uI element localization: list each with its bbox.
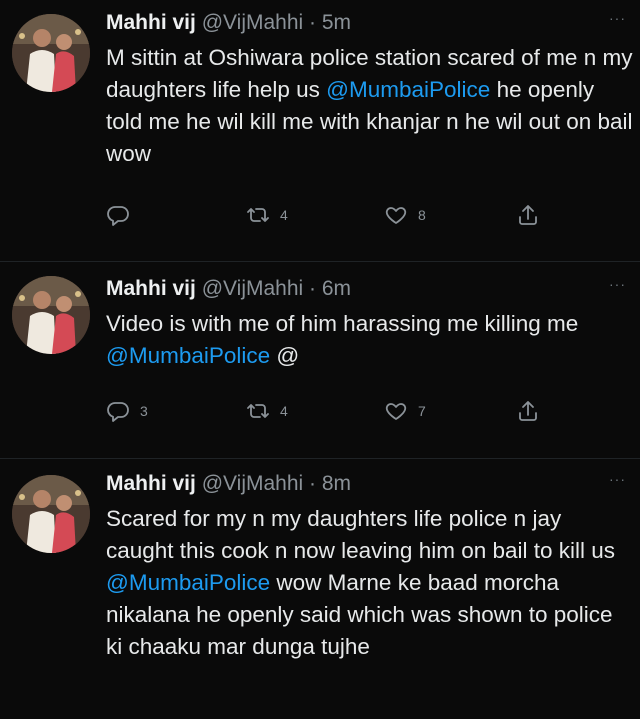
retweet-count: 4 <box>280 207 288 223</box>
display-name[interactable]: Mahhi vij <box>106 11 196 34</box>
avatar-photo <box>12 14 90 92</box>
timestamp[interactable]: 5m <box>322 11 351 34</box>
like-button[interactable]: 7 <box>384 399 426 423</box>
tweet-body: Mahhi vij @VijMahhi · 8m ··· Scared for … <box>106 471 634 663</box>
tweet-text-part: @ <box>270 343 300 368</box>
avatar-photo <box>12 475 90 553</box>
more-options-icon[interactable]: ··· <box>609 471 626 487</box>
like-button[interactable]: 8 <box>384 203 426 227</box>
heart-icon <box>385 403 407 420</box>
tweet-header: Mahhi vij @VijMahhi · 6m <box>106 276 634 302</box>
share-button[interactable] <box>516 203 540 227</box>
reply-icon <box>107 402 129 422</box>
share-button[interactable] <box>516 399 540 423</box>
tweet-header: Mahhi vij @VijMahhi · 5m <box>106 10 634 36</box>
tweet-text: Video is with me of him harassing me kil… <box>106 308 634 372</box>
mention-link[interactable]: @MumbaiPolice <box>326 77 490 102</box>
tweet-text-part: Video is with me of him harassing me kil… <box>106 311 585 336</box>
avatar-photo <box>12 276 90 354</box>
retweet-count: 4 <box>280 403 288 419</box>
reply-button[interactable]: 3 <box>106 399 148 423</box>
reply-button[interactable] <box>106 203 140 227</box>
heart-icon <box>385 207 407 224</box>
more-options-icon[interactable]: ··· <box>609 276 626 292</box>
separator-dot: · <box>309 277 317 300</box>
like-count: 8 <box>418 207 426 223</box>
avatar[interactable] <box>12 475 90 553</box>
avatar[interactable] <box>12 14 90 92</box>
share-icon <box>519 401 537 421</box>
tweet-text: M sittin at Oshiwara police station scar… <box>106 42 634 170</box>
retweet-button[interactable]: 4 <box>246 203 288 227</box>
tweet[interactable]: Mahhi vij @VijMahhi · 5m ··· M sittin at… <box>0 0 640 262</box>
display-name[interactable]: Mahhi vij <box>106 277 196 300</box>
user-handle[interactable]: @VijMahhi <box>202 11 303 34</box>
separator-dot: · <box>309 11 317 34</box>
reply-icon <box>107 206 129 226</box>
tweet-text: Scared for my n my daughters life police… <box>106 503 634 663</box>
tweet[interactable]: Mahhi vij @VijMahhi · 8m ··· Scared for … <box>0 459 640 719</box>
tweet-actions: 4 8 <box>106 203 566 231</box>
reply-count: 3 <box>140 403 148 419</box>
tweet-body: Mahhi vij @VijMahhi · 5m ··· M sittin at… <box>106 10 634 170</box>
retweet-button[interactable]: 4 <box>246 399 288 423</box>
tweet-feed: Mahhi vij @VijMahhi · 5m ··· M sittin at… <box>0 0 640 719</box>
tweet-actions: 3 4 7 <box>106 399 566 427</box>
tweet-text-part: Scared for my n my daughters life police… <box>106 506 622 563</box>
retweet-icon <box>247 208 269 222</box>
mention-link[interactable]: @MumbaiPolice <box>106 343 270 368</box>
avatar[interactable] <box>12 276 90 354</box>
timestamp[interactable]: 6m <box>322 277 351 300</box>
tweet-header: Mahhi vij @VijMahhi · 8m <box>106 471 634 497</box>
display-name[interactable]: Mahhi vij <box>106 472 196 495</box>
user-handle[interactable]: @VijMahhi <box>202 472 303 495</box>
share-icon <box>519 205 537 225</box>
tweet[interactable]: Mahhi vij @VijMahhi · 6m ··· Video is wi… <box>0 262 640 459</box>
retweet-icon <box>247 404 269 418</box>
mention-link[interactable]: @MumbaiPolice <box>106 570 270 595</box>
user-handle[interactable]: @VijMahhi <box>202 277 303 300</box>
tweet-body: Mahhi vij @VijMahhi · 6m ··· Video is wi… <box>106 276 634 372</box>
like-count: 7 <box>418 403 426 419</box>
more-options-icon[interactable]: ··· <box>609 10 626 26</box>
separator-dot: · <box>309 472 317 495</box>
timestamp[interactable]: 8m <box>322 472 351 495</box>
